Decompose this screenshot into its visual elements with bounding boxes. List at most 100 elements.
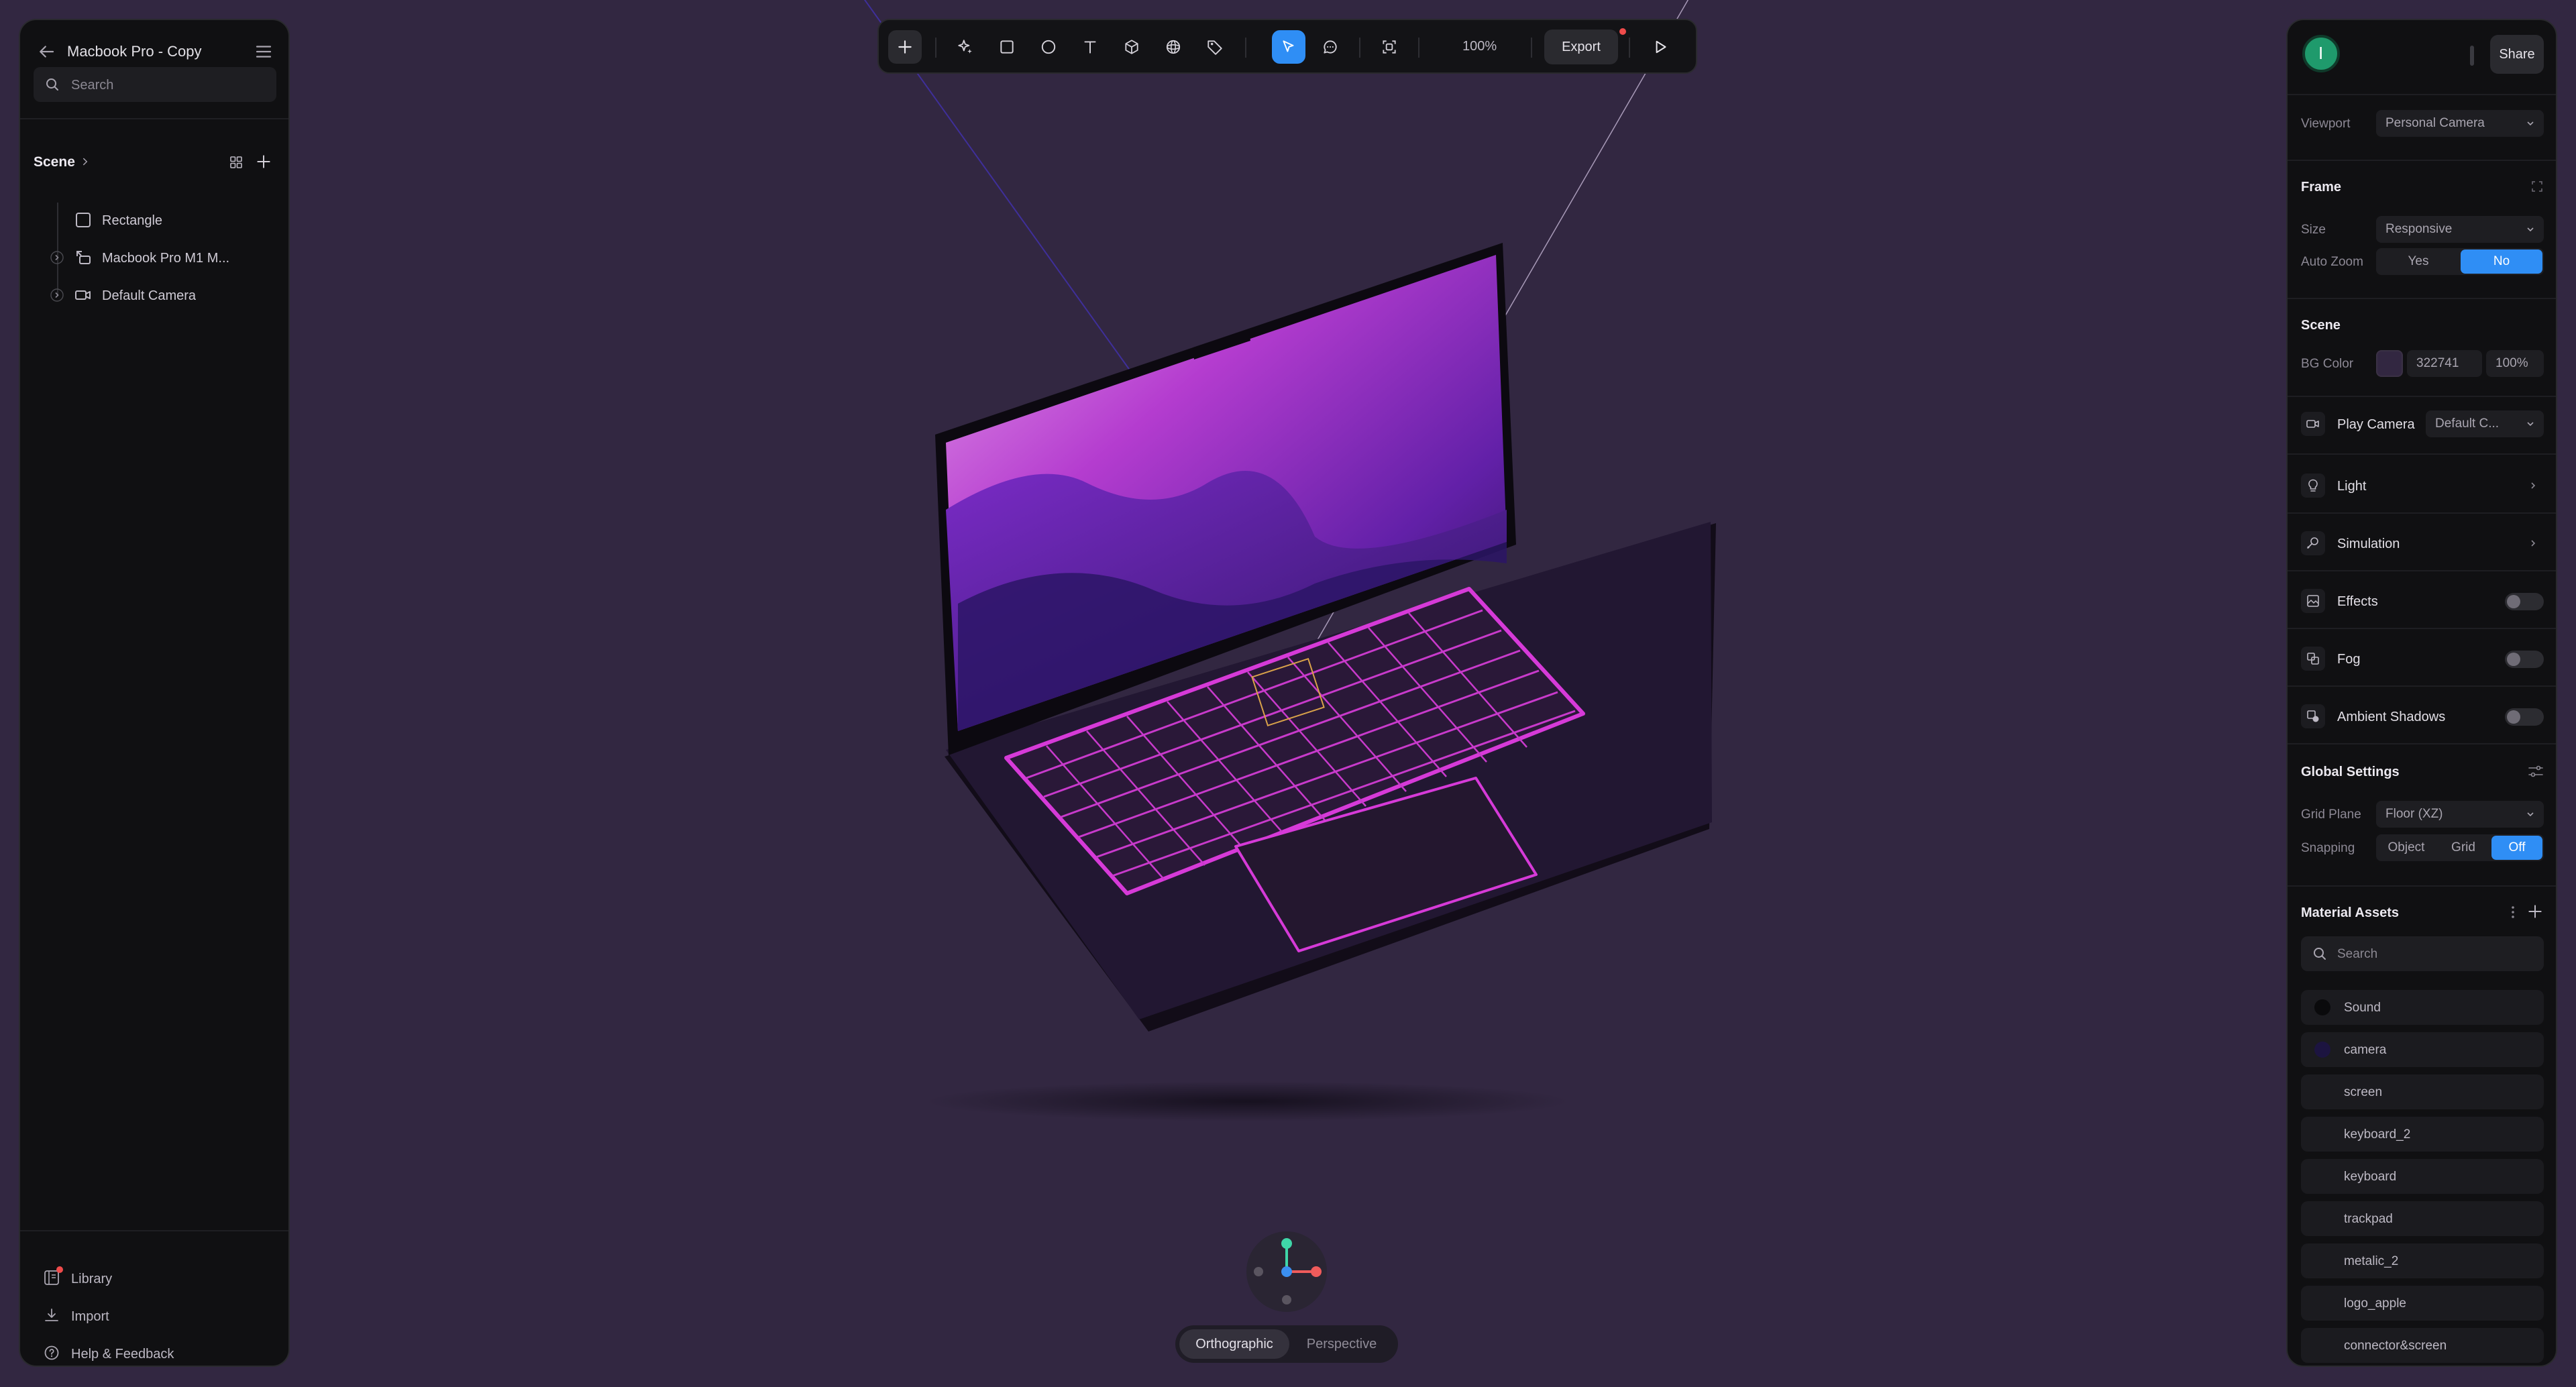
- size-select[interactable]: Responsive: [2376, 216, 2544, 243]
- play-button[interactable]: [1644, 30, 1677, 64]
- back-arrow-icon[interactable]: [36, 42, 56, 62]
- layer-item-macbook[interactable]: Macbook Pro M1 M...: [34, 241, 276, 274]
- material-item[interactable]: Sound: [2301, 990, 2544, 1025]
- z-axis-handle[interactable]: [1281, 1266, 1292, 1277]
- drag-handle[interactable]: [2470, 46, 2474, 66]
- floor-shadow: [926, 1081, 1570, 1121]
- share-button[interactable]: Share: [2490, 35, 2544, 74]
- material-item[interactable]: trackpad: [2301, 1201, 2544, 1236]
- snapping-off[interactable]: Off: [2491, 836, 2542, 860]
- library-link[interactable]: Library: [43, 1262, 271, 1292]
- neg-x-axis-handle[interactable]: [1254, 1267, 1263, 1276]
- material-search-input[interactable]: Search: [2301, 936, 2544, 971]
- chevron-right-icon[interactable]: [79, 156, 91, 168]
- effects-toggle[interactable]: [2505, 593, 2544, 610]
- ai-tool-button[interactable]: [949, 30, 982, 64]
- effects-image-icon: [2301, 589, 2325, 613]
- ellipse-tool-button[interactable]: [1032, 30, 1065, 64]
- expand-chevron-icon[interactable]: [50, 288, 64, 302]
- add-object-icon[interactable]: [255, 153, 272, 170]
- auto-zoom-yes[interactable]: Yes: [2377, 249, 2459, 274]
- effects-row: Effects: [2301, 585, 2544, 617]
- more-options-icon[interactable]: [2506, 903, 2520, 922]
- divider: [2288, 570, 2556, 571]
- bg-opacity-input[interactable]: 100%: [2486, 350, 2544, 377]
- text-tool-button[interactable]: [1073, 30, 1107, 64]
- layer-item-rectangle[interactable]: Rectangle: [34, 204, 276, 236]
- material-item[interactable]: keyboard_2: [2301, 1117, 2544, 1152]
- comment-tool-button[interactable]: [1313, 30, 1347, 64]
- y-axis-handle[interactable]: [1281, 1238, 1292, 1249]
- sphere-icon: [1166, 40, 1181, 54]
- ambient-shadows-toggle[interactable]: [2505, 708, 2544, 726]
- simulation-row[interactable]: Simulation: [2301, 527, 2544, 559]
- simulation-icon: [2301, 531, 2325, 555]
- zoom-level[interactable]: 100%: [1462, 39, 1497, 54]
- search-placeholder: Search: [71, 78, 114, 93]
- chevron-down-icon: [2527, 227, 2534, 232]
- tag-tool-button[interactable]: [1198, 30, 1232, 64]
- help-feedback-link[interactable]: Help & Feedback: [43, 1337, 271, 1367]
- layer-item-default-camera[interactable]: Default Camera: [34, 279, 276, 311]
- perspective-option[interactable]: Perspective: [1289, 1329, 1394, 1359]
- material-item[interactable]: keyboard: [2301, 1159, 2544, 1194]
- import-link[interactable]: Import: [43, 1300, 271, 1329]
- auto-zoom-no[interactable]: No: [2461, 249, 2542, 274]
- material-item[interactable]: metalic_2: [2301, 1243, 2544, 1278]
- add-button[interactable]: [888, 30, 922, 64]
- rectangle-tool-button[interactable]: [990, 30, 1024, 64]
- axis-gizmo[interactable]: [1245, 1230, 1328, 1313]
- x-axis-handle[interactable]: [1311, 1266, 1322, 1277]
- chevron-right-icon: [2531, 482, 2536, 489]
- bg-color-hex-input[interactable]: 322741: [2407, 350, 2482, 377]
- divider: [2288, 453, 2556, 455]
- sphere-tool-button[interactable]: [1157, 30, 1190, 64]
- select-tool-button[interactable]: [1272, 30, 1305, 64]
- play-camera-select[interactable]: Default C...: [2426, 410, 2544, 437]
- size-value: Responsive: [2385, 222, 2453, 236]
- viewport-select[interactable]: Personal Camera: [2376, 110, 2544, 137]
- neg-y-axis-handle[interactable]: [1282, 1295, 1291, 1305]
- material-label: screen: [2344, 1085, 2383, 1099]
- fog-toggle[interactable]: [2505, 651, 2544, 668]
- grid-plane-value: Floor (XZ): [2385, 807, 2443, 821]
- main-toolbar: 100% Export: [877, 19, 1697, 74]
- material-item[interactable]: logo_apple: [2301, 1286, 2544, 1321]
- grid-plane-select[interactable]: Floor (XZ): [2376, 801, 2544, 828]
- grid-view-icon[interactable]: [228, 154, 244, 170]
- snapping-object[interactable]: Object: [2377, 836, 2435, 860]
- light-label: Light: [2337, 479, 2367, 494]
- expand-frame-icon[interactable]: [2530, 180, 2544, 193]
- snapping-grid[interactable]: Grid: [2436, 836, 2490, 860]
- sliders-icon[interactable]: [2526, 762, 2545, 781]
- bg-color-swatch[interactable]: [2376, 350, 2403, 377]
- hamburger-menu-icon[interactable]: [254, 42, 274, 62]
- material-item[interactable]: connector&screen: [2301, 1328, 2544, 1363]
- video-camera-icon: [2301, 412, 2325, 436]
- user-avatar[interactable]: I: [2302, 35, 2340, 72]
- viewport-value: Personal Camera: [2385, 116, 2485, 130]
- export-button[interactable]: Export: [1544, 30, 1618, 64]
- viewport-canvas[interactable]: [805, 0, 1744, 1207]
- screenshot-tool-button[interactable]: [1373, 30, 1406, 64]
- toolbar-separator: [935, 38, 936, 58]
- light-row[interactable]: Light: [2301, 469, 2544, 502]
- material-item[interactable]: screen: [2301, 1074, 2544, 1109]
- add-material-icon[interactable]: [2526, 903, 2544, 920]
- cube-tool-button[interactable]: [1115, 30, 1148, 64]
- layers-search-input[interactable]: Search: [34, 67, 276, 102]
- simulation-label: Simulation: [2337, 537, 2400, 551]
- library-label: Library: [71, 1272, 113, 1286]
- chevron-right-icon: [2531, 540, 2536, 547]
- left-sidebar: Macbook Pro - Copy Search Scene Rectangl…: [19, 19, 290, 1367]
- scene-label[interactable]: Scene: [34, 154, 75, 170]
- expand-chevron-icon[interactable]: [50, 250, 64, 265]
- help-label: Help & Feedback: [71, 1347, 174, 1362]
- material-label: trackpad: [2344, 1212, 2393, 1226]
- material-item[interactable]: camera: [2301, 1032, 2544, 1067]
- orthographic-option[interactable]: Orthographic: [1179, 1329, 1289, 1359]
- rectangle-icon: [1000, 40, 1014, 54]
- layer-label: Rectangle: [102, 213, 163, 228]
- camera-icon: [74, 286, 93, 304]
- project-title[interactable]: Macbook Pro - Copy: [67, 43, 202, 60]
